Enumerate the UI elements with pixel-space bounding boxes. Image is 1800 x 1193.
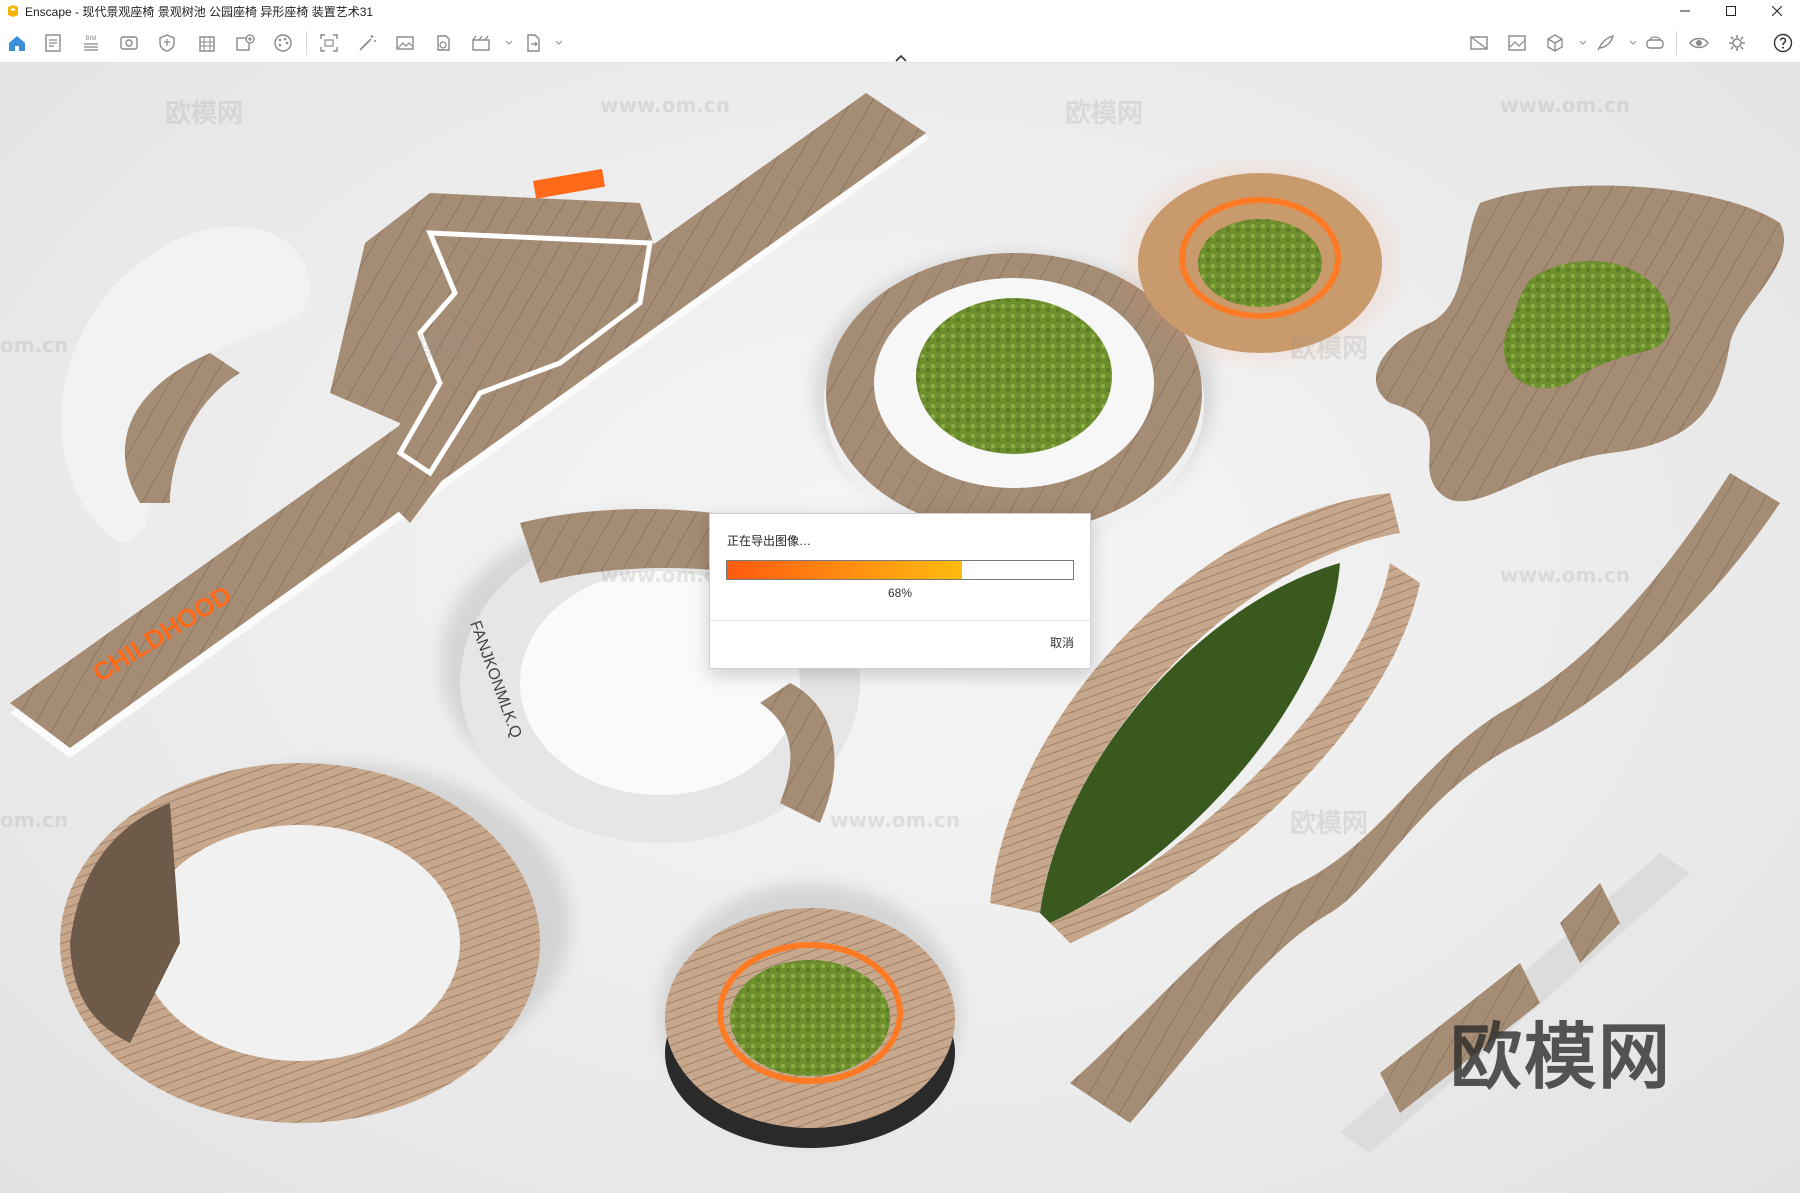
export-progress-dialog: 正在导出图像… 68% 取消 [709,513,1091,669]
watermark: www.om.cn [1500,563,1631,587]
eye-icon[interactable] [1686,30,1712,56]
watermark: om.cn [0,333,69,357]
brand-watermark: 欧模网 [1449,1015,1672,1099]
shield-icon[interactable] [154,30,180,56]
home-icon[interactable] [4,30,30,56]
watermark: 欧模网 [1065,99,1144,129]
export-progress-bar [726,560,1074,580]
capture-icon[interactable] [316,30,342,56]
toolbar-separator [1676,31,1677,55]
progress-fill [727,561,963,579]
palette-icon[interactable] [270,30,296,56]
dialog-title: 正在导出图像… [727,534,812,548]
enscape-logo-icon [6,4,20,18]
cancel-button[interactable]: 取消 [1050,634,1074,651]
watermark: www.om.cn [600,93,731,117]
eye-view-icon[interactable] [116,30,142,56]
progress-percent: 68% [887,586,913,600]
export-icon[interactable] [520,30,546,56]
window-controls [1662,0,1800,22]
chevron-down-icon[interactable] [496,30,522,56]
watermark: 欧模网 [165,99,244,129]
chevron-down-icon[interactable] [546,30,572,56]
orange-tree-bench [665,908,955,1148]
minimize-button[interactable] [1662,0,1708,22]
image-icon[interactable] [392,30,418,56]
organic-grass-bench [1375,185,1785,502]
slatted-ring-bench [60,763,540,1123]
cube-icon[interactable] [1542,30,1568,56]
vr-headset-icon[interactable] [1642,30,1668,56]
watermark: 欧模网 [1290,334,1369,364]
maximize-button[interactable] [1708,0,1754,22]
watermark: 欧模网 [390,334,469,364]
notes-icon[interactable] [40,30,66,56]
panorama-icon[interactable] [430,30,456,56]
building-icon[interactable] [194,30,220,56]
feather-icon[interactable] [1592,30,1618,56]
asset-add-icon[interactable] [232,30,258,56]
title-bar: Enscape - 现代景观座椅 景观树池 公园座椅 异形座椅 装置艺术31 [0,0,1800,22]
close-button[interactable] [1754,0,1800,22]
watermark: www.om.cn [830,808,961,832]
magic-wand-icon[interactable] [354,30,380,56]
watermark: www.om.cn [1500,93,1631,117]
curved-bench [60,226,311,543]
bim-icon[interactable]: BIM [78,30,104,56]
no-image-icon[interactable] [1466,30,1492,56]
watermark: 欧模网 [1290,809,1369,839]
bim-label: BIM [86,36,97,42]
window-title: Enscape - 现代景观座椅 景观树池 公园座椅 异形座椅 装置艺术31 [25,4,374,19]
gallery-icon[interactable] [1504,30,1530,56]
gear-icon[interactable] [1724,30,1750,56]
video-icon[interactable] [468,30,494,56]
dialog-divider [710,620,1090,621]
help-icon[interactable] [1770,30,1796,56]
toolbar-separator [306,31,307,55]
watermark: om.cn [0,808,69,832]
